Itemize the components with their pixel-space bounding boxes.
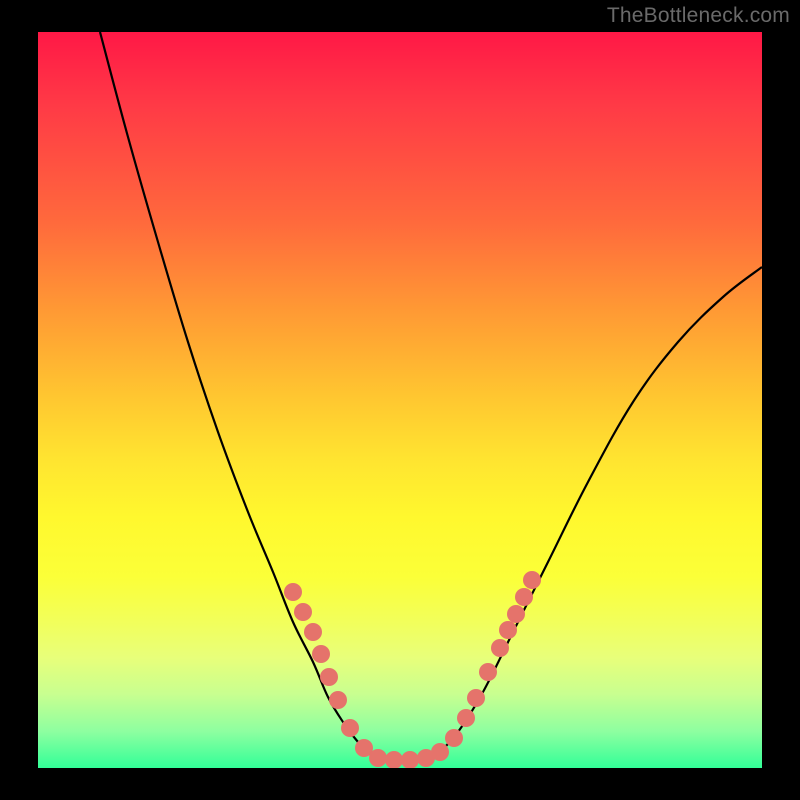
curve-group [100, 32, 762, 760]
data-marker [385, 751, 403, 768]
data-marker [445, 729, 463, 747]
data-marker [523, 571, 541, 589]
watermark-text: TheBottleneck.com [607, 4, 790, 28]
marker-group [284, 571, 541, 768]
data-marker [467, 689, 485, 707]
data-marker [294, 603, 312, 621]
data-marker [499, 621, 517, 639]
data-marker [507, 605, 525, 623]
data-marker [457, 709, 475, 727]
chart-frame: TheBottleneck.com [0, 0, 800, 800]
data-marker [369, 749, 387, 767]
data-marker [431, 743, 449, 761]
data-marker [515, 588, 533, 606]
data-marker [479, 663, 497, 681]
data-marker [401, 751, 419, 768]
data-marker [320, 668, 338, 686]
data-marker [329, 691, 347, 709]
data-marker [304, 623, 322, 641]
data-marker [341, 719, 359, 737]
bottleneck-curve [100, 32, 762, 760]
data-marker [284, 583, 302, 601]
plot-area [38, 32, 762, 768]
data-marker [491, 639, 509, 657]
data-marker [312, 645, 330, 663]
chart-svg [38, 32, 762, 768]
